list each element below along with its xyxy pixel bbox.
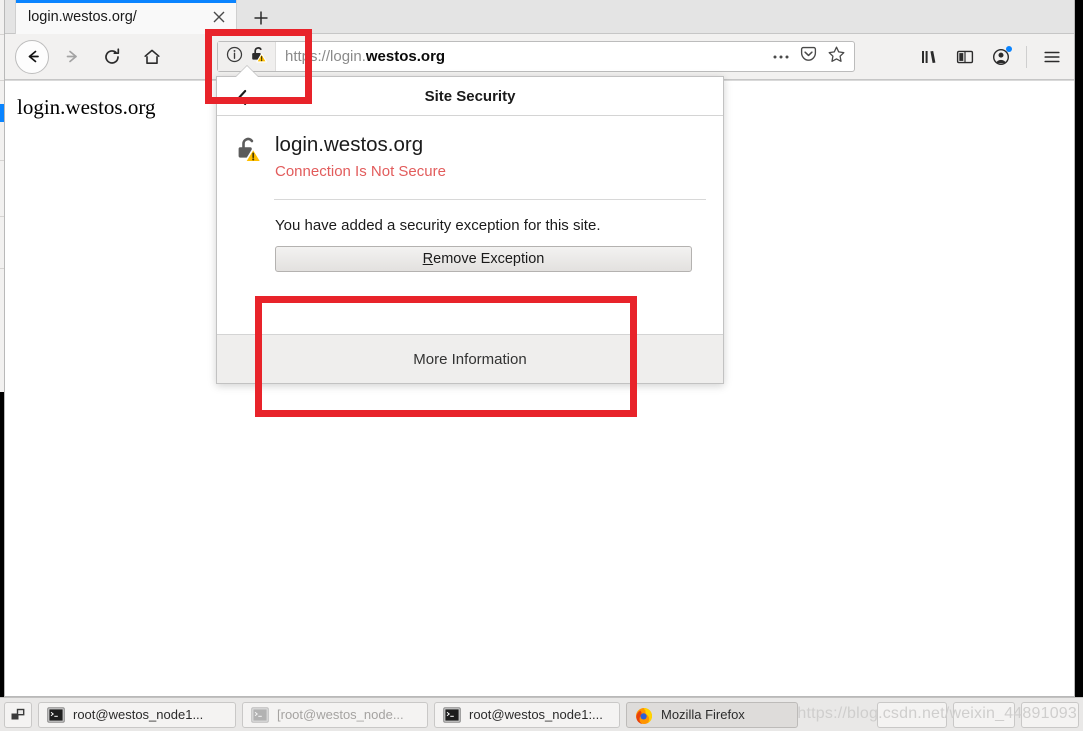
star-icon[interactable] — [827, 45, 846, 69]
url-host: westos.org — [365, 48, 446, 65]
more-information-button[interactable]: More Information — [217, 334, 723, 383]
remove-exception-button[interactable]: Remove Exception — [275, 245, 692, 272]
tab-title: login.westos.org/ — [28, 9, 137, 25]
page-body-text: login.westos.org — [17, 95, 156, 119]
url-bar[interactable]: https://login.westos.org — [217, 41, 855, 72]
remove-exception-accesskey: R — [422, 250, 434, 267]
new-tab-button[interactable] — [245, 3, 277, 33]
back-arrow-icon[interactable] — [15, 39, 49, 74]
tab-login-westos-org[interactable]: login.westos.org/ — [15, 0, 237, 34]
sidebar-icon[interactable] — [949, 41, 981, 73]
site-identity-info: login.westos.org Connection Is Not Secur… — [275, 132, 446, 180]
tab-selected-accent — [16, 0, 236, 3]
task-item-label: root@westos_node1... — [73, 707, 204, 722]
ellipsis-icon[interactable] — [772, 48, 790, 66]
more-information-label: More Information — [413, 350, 527, 368]
terminal-icon — [443, 706, 461, 723]
remove-exception-label: emove Exception — [433, 250, 545, 267]
panel-arrow — [236, 66, 258, 77]
task-item[interactable]: root@westos_node1... — [38, 701, 236, 728]
task-item-label: Mozilla Firefox — [661, 707, 745, 722]
security-exception-text: You have added a security exception for … — [275, 216, 601, 234]
taskbar-tail-slot[interactable] — [1021, 701, 1079, 728]
tab-strip: login.westos.org/ — [5, 0, 1074, 34]
terminal-icon — [47, 706, 65, 723]
url-bar-actions — [772, 45, 854, 69]
task-item[interactable]: root@westos_node1:... — [434, 701, 620, 728]
screen: login.westos.org/ https://login.westos.o… — [0, 0, 1083, 731]
toolbar-right-actions — [913, 40, 1068, 74]
pocket-icon[interactable] — [799, 45, 818, 69]
taskbar-tail-slot[interactable] — [953, 701, 1015, 728]
taskbar: root@westos_node1... [root@westos_node..… — [0, 697, 1083, 731]
site-identity-row: login.westos.org Connection Is Not Secur… — [235, 132, 705, 180]
reload-icon[interactable] — [95, 40, 129, 74]
panel-site-host: login.westos.org — [275, 133, 424, 156]
toolbar-divider — [1026, 46, 1027, 68]
panel-body: login.westos.org Connection Is Not Secur… — [217, 116, 723, 272]
panel-divider — [274, 198, 706, 200]
terminal-icon — [251, 706, 269, 723]
site-security-panel: Site Security login.westos.org Connectio… — [216, 76, 724, 384]
library-icon[interactable] — [913, 41, 945, 73]
task-item-label: [root@westos_node... — [277, 707, 404, 722]
home-icon[interactable] — [135, 40, 169, 74]
task-item[interactable]: Mozilla Firefox — [626, 701, 798, 728]
chevron-left-icon[interactable] — [231, 86, 253, 108]
broken-lock-warning-icon — [235, 132, 269, 170]
account-notification-dot — [1006, 46, 1012, 52]
info-circle-icon[interactable] — [226, 46, 243, 68]
panel-title: Site Security — [424, 87, 516, 105]
close-icon[interactable] — [210, 8, 228, 26]
show-desktop-icon[interactable] — [4, 701, 32, 728]
account-icon[interactable] — [985, 41, 1017, 73]
url-scheme: https://login. — [285, 48, 366, 65]
panel-header: Site Security — [217, 77, 723, 116]
broken-lock-warning-icon[interactable] — [249, 45, 268, 69]
navigation-toolbar: https://login.westos.org — [5, 34, 1074, 80]
url-text[interactable]: https://login.westos.org — [276, 48, 445, 65]
desktop-background-right — [1074, 0, 1083, 697]
firefox-icon — [635, 707, 653, 724]
taskbar-tail-slot[interactable] — [877, 701, 947, 728]
task-item-label: root@westos_node1:... — [469, 707, 603, 722]
forward-arrow-icon[interactable] — [55, 40, 89, 74]
hamburger-menu-icon[interactable] — [1036, 41, 1068, 73]
connection-status: Connection Is Not Secure — [275, 162, 446, 180]
task-item[interactable]: [root@westos_node... — [242, 701, 428, 728]
